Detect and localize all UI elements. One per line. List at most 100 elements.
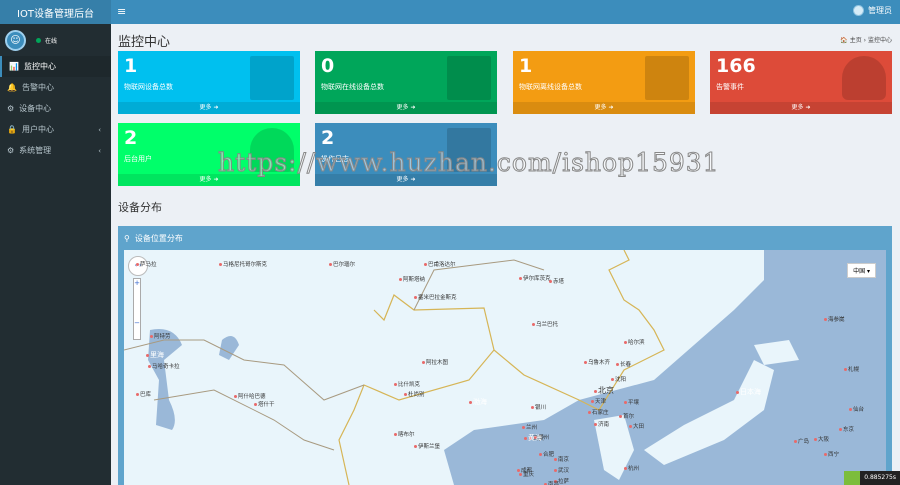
city-label: 西宁 bbox=[824, 450, 839, 458]
stat-value: 166 bbox=[716, 55, 756, 77]
city-label: 巴库 bbox=[136, 390, 151, 398]
sidebar-item-label: 用户中心 bbox=[21, 125, 54, 134]
city-label: 巴尔瑙尔 bbox=[329, 260, 355, 268]
more-info-link[interactable]: 更多 ➜ bbox=[710, 102, 892, 114]
city-label: 乌鲁木齐 bbox=[584, 358, 610, 366]
stat-value: 0 bbox=[321, 55, 335, 77]
debug-trace-badge[interactable]: 0.885275s bbox=[844, 471, 900, 485]
app-logo[interactable]: IOT设备管理后台 bbox=[0, 0, 111, 24]
city-label: 广岛 bbox=[794, 437, 809, 445]
bell-icon bbox=[842, 56, 886, 100]
sea-label: 黄海 bbox=[524, 433, 542, 443]
gear-icon: ⚙ bbox=[7, 146, 15, 155]
stat-card: 1 物联网离线设备总数更多 ➜ bbox=[513, 51, 695, 114]
zoom-slider[interactable]: + − bbox=[133, 278, 141, 340]
factory-icon bbox=[447, 56, 491, 100]
city-label: 塔什干 bbox=[254, 400, 275, 408]
sea-label: 里海 bbox=[146, 350, 164, 360]
user-panel: ☺ 在线 bbox=[0, 24, 111, 56]
city-label: 札幌 bbox=[844, 365, 859, 373]
breadcrumb-current: 监控中心 bbox=[867, 37, 892, 44]
panel-title: 设备位置分布 bbox=[134, 233, 183, 243]
sidebar-item-monitor[interactable]: 📊 监控中心 bbox=[0, 56, 111, 77]
city-label: 大阪 bbox=[814, 435, 829, 443]
avatar: ☺ bbox=[5, 29, 26, 51]
city-label: 仙台 bbox=[849, 405, 864, 413]
city-label: 阿什哈巴德 bbox=[234, 392, 266, 400]
city-label: 北京 bbox=[594, 385, 614, 396]
city-label: 巴甫洛达尔 bbox=[424, 260, 456, 268]
watermark: https://www.huzhan.com/ishop15931 bbox=[218, 148, 720, 178]
sidebar-item-label: 系统管理 bbox=[19, 146, 52, 155]
city-label: 首尔 bbox=[619, 412, 634, 420]
city-label: 长春 bbox=[616, 360, 631, 368]
sidebar-item-alarm[interactable]: 🔔 告警中心 bbox=[0, 77, 111, 98]
map-marker-icon: ⚲ bbox=[124, 233, 130, 243]
city-label: 海参崴 bbox=[824, 315, 845, 323]
stat-card: 1 物联网设备总数 更多 ➜ bbox=[118, 51, 300, 114]
more-info-link[interactable]: 更多 ➜ bbox=[315, 102, 497, 114]
city-label: 重庆 bbox=[519, 470, 534, 478]
user-name: 管理员 bbox=[868, 6, 892, 15]
city-label: 萨马拉 bbox=[136, 260, 157, 268]
online-status: 在线 bbox=[36, 36, 57, 45]
city-label: 兰州 bbox=[522, 423, 537, 431]
stat-label: 物联网离线设备总数 bbox=[519, 83, 582, 91]
user-menu[interactable]: 管理员 bbox=[853, 5, 892, 16]
page-title: 监控中心 bbox=[118, 35, 171, 50]
cogs-icon: ⚙ bbox=[7, 104, 15, 113]
map[interactable]: ‹ › + − 中国 ▾ 萨马拉 马格尼托哥尔斯克 巴尔瑙尔 巴甫洛达尔 阿斯塔纳 塞米巴拉… bbox=[124, 250, 886, 485]
city-label: 伊斯兰堡 bbox=[414, 442, 440, 450]
city-label: 平壤 bbox=[624, 398, 639, 406]
city-label: 马格尼托哥尔斯克 bbox=[219, 260, 267, 268]
city-label: 济南 bbox=[594, 420, 609, 428]
chevron-left-icon: ‹ bbox=[98, 125, 101, 134]
chevron-left-icon: ‹ bbox=[98, 146, 101, 155]
chart-icon: 📊 bbox=[9, 62, 19, 71]
status-dot-icon bbox=[36, 37, 41, 43]
city-label: 伊尔库茨克 bbox=[519, 274, 551, 282]
city-label: 沈阳 bbox=[611, 375, 626, 383]
city-label: 阿拉木图 bbox=[422, 358, 448, 366]
sidebar-item-label: 设备中心 bbox=[19, 104, 52, 113]
sidebar-toggle-icon[interactable]: ≡ bbox=[117, 5, 126, 18]
trace-time: 0.885275s bbox=[860, 471, 900, 485]
factory-icon bbox=[250, 56, 294, 100]
city-label: 南昌 bbox=[544, 480, 559, 485]
sidebar-item-users[interactable]: 🔒 用户中心 ‹ bbox=[0, 119, 111, 140]
city-label: 天津 bbox=[591, 397, 606, 405]
city-label: 东京 bbox=[839, 425, 854, 433]
lock-icon: 🔒 bbox=[7, 125, 17, 134]
sea-label: 渤海 bbox=[469, 397, 487, 407]
city-label: 南京 bbox=[554, 455, 569, 463]
map-geography bbox=[124, 250, 886, 485]
city-label: 喀布尔 bbox=[394, 430, 415, 438]
stat-label: 物联网在线设备总数 bbox=[321, 83, 384, 91]
app-title: IOT设备管理后台 bbox=[17, 8, 94, 20]
device-map-panel: ⚲ 设备位置分布 ‹ › + − 中国 ▾ 萨马拉 马格尼托哥尔斯克 巴尔瑙尔 巴甫洛达尔… bbox=[118, 226, 892, 485]
city-label: 合肥 bbox=[539, 450, 554, 458]
breadcrumb-home[interactable]: 主页 bbox=[850, 37, 862, 44]
more-info-link[interactable]: 更多 ➜ bbox=[513, 102, 695, 114]
city-label: 赤塔 bbox=[549, 277, 564, 285]
stat-label: 物联网设备总数 bbox=[124, 83, 173, 91]
city-label: 比什凯克 bbox=[394, 380, 420, 388]
city-label: 杭州 bbox=[624, 464, 639, 472]
city-label: 马哈奇卡拉 bbox=[148, 362, 180, 370]
trace-logo-icon bbox=[844, 471, 861, 485]
bell-icon: 🔔 bbox=[7, 83, 17, 92]
sidebar: ☺ 在线 📊 监控中心 🔔 告警中心 ⚙ 设备中心 🔒 用户中心 ‹ ⚙ 系统管理 ‹ bbox=[0, 24, 111, 485]
more-info-link[interactable]: 更多 ➜ bbox=[118, 102, 300, 114]
sidebar-item-device[interactable]: ⚙ 设备中心 bbox=[0, 98, 111, 119]
region-select[interactable]: 中国 ▾ bbox=[847, 263, 876, 278]
stat-value: 2 bbox=[321, 127, 335, 149]
city-label: 乌兰巴托 bbox=[532, 320, 558, 328]
city-label: 武汉 bbox=[554, 466, 569, 474]
stat-value: 1 bbox=[519, 55, 533, 77]
sidebar-item-system[interactable]: ⚙ 系统管理 ‹ bbox=[0, 140, 111, 161]
top-navbar: ≡ 管理员 bbox=[111, 0, 900, 24]
panel-header: ⚲ 设备位置分布 bbox=[118, 226, 892, 250]
stat-card: 166 告警事件 更多 ➜ bbox=[710, 51, 892, 114]
city-label: 阿斯塔纳 bbox=[399, 275, 425, 283]
status-text: 在线 bbox=[45, 37, 58, 45]
